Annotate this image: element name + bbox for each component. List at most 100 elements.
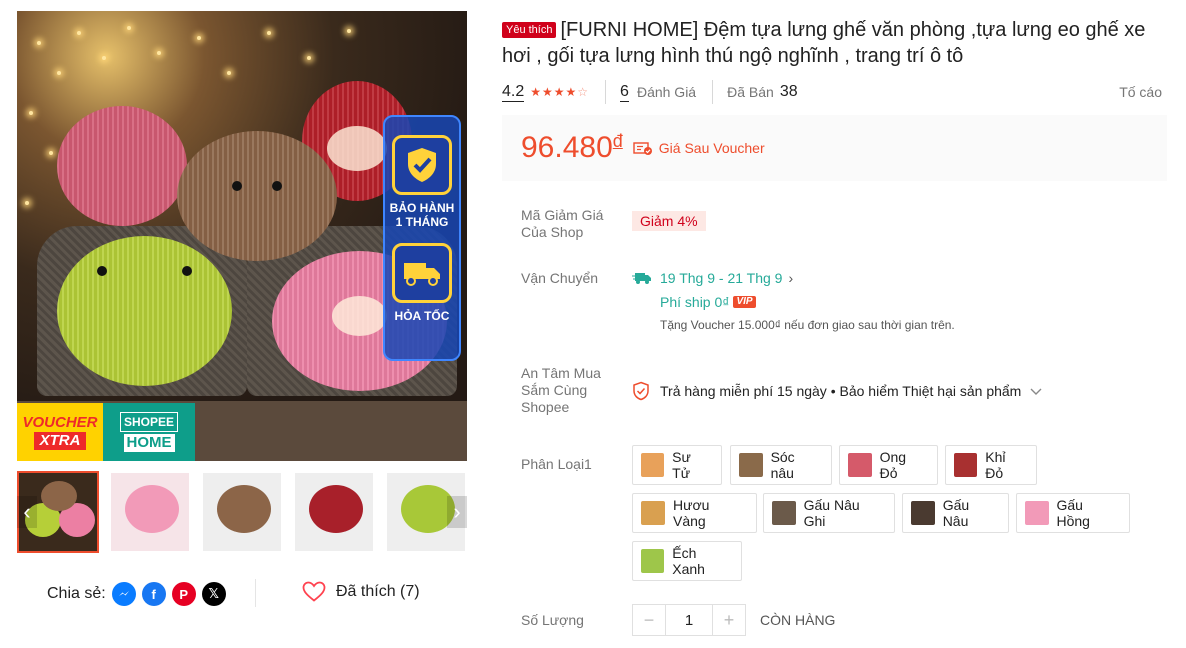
messenger-icon[interactable] — [111, 582, 136, 606]
variant-option[interactable]: Ong Đỏ — [839, 445, 938, 485]
sold-count: 38 — [779, 83, 798, 100]
assurance-label: An Tâm Mua Sắm Cùng Shopee — [521, 365, 601, 415]
shipping-date-row[interactable]: 19 Thg 9 - 21 Thg 9 › — [632, 270, 793, 286]
chevron-down-icon — [1030, 388, 1042, 395]
variant-option[interactable]: Hươu Vàng — [632, 493, 757, 533]
thumbnail-strip: ‹ › — [17, 471, 467, 553]
quantity-input[interactable]: 1 — [665, 605, 713, 635]
main-product-image[interactable]: BẢO HÀNH 1 THÁNG HỎA TỐC VOUCHER XTRA SH… — [17, 11, 467, 461]
shop-voucher-label: Mã Giảm Giá Của Shop — [521, 207, 604, 240]
price-amount: 96.480 — [521, 131, 613, 164]
variant-option-label: Gấu Hồng — [1056, 497, 1090, 529]
shopee-home-line2: HOME — [123, 434, 175, 452]
decor-light — [102, 56, 106, 60]
divider — [605, 80, 607, 104]
facebook-icon[interactable]: f — [141, 582, 166, 606]
shipping-label: Vận Chuyển — [521, 270, 599, 286]
decor-light — [307, 56, 311, 60]
price: 96.480đ — [521, 131, 623, 165]
decor-light — [157, 51, 161, 55]
variant-thumbnail — [954, 453, 978, 477]
variant-thumbnail — [641, 549, 665, 573]
voucher-xtra-line2: XTRA — [33, 432, 87, 450]
variant-option[interactable]: Khỉ Đỏ — [945, 445, 1037, 485]
x-twitter-icon[interactable]: 𝕏 — [201, 582, 226, 606]
decor-light — [267, 31, 271, 35]
favorite-badge: Yêu thích — [502, 22, 557, 38]
thumbnail[interactable] — [109, 471, 191, 553]
decor-light — [29, 111, 33, 115]
variant-option[interactable]: Gấu Hồng — [1016, 493, 1130, 533]
heart-icon — [302, 581, 326, 602]
variant-option-label: Gấu Nâu — [942, 497, 970, 529]
like-button[interactable]: Đã thích (7) — [302, 581, 420, 602]
decor-light — [37, 41, 41, 45]
variant-option[interactable]: Gấu Nâu Ghi — [763, 493, 895, 533]
toy-brown-dog — [177, 131, 337, 261]
report-link[interactable]: Tố cáo — [1119, 84, 1162, 100]
voucher-price-note: Giá Sau Voucher — [633, 140, 765, 156]
voucher-xtra-logo: VOUCHER XTRA — [17, 403, 103, 461]
variant-thumbnail — [911, 501, 935, 525]
divider — [255, 579, 256, 607]
decor-light — [127, 26, 131, 30]
service-badges: BẢO HÀNH 1 THÁNG HỎA TỐC — [383, 115, 461, 361]
vip-badge: VIP — [733, 296, 756, 308]
decor-light — [197, 36, 201, 40]
variant-option[interactable]: Ếch Xanh — [632, 541, 742, 581]
variant-thumbnail — [739, 453, 763, 477]
truck-icon — [632, 273, 651, 284]
voucher-price-text: Giá Sau Voucher — [658, 140, 765, 156]
divider — [712, 80, 714, 104]
variant-thumbnail — [641, 501, 665, 525]
decor-light — [57, 71, 61, 75]
rating-value[interactable]: 4.2 — [502, 83, 525, 102]
quantity-label: Số Lượng — [521, 612, 584, 628]
variant-option[interactable]: Gấu Nâu — [902, 493, 1009, 533]
quantity-stepper: − 1 + — [632, 604, 746, 636]
voucher-tag-icon — [633, 142, 652, 155]
review-count[interactable]: 6 — [620, 83, 629, 102]
price-box: 96.480đ Giá Sau Voucher — [502, 115, 1167, 181]
variant-option-label: Gấu Nâu Ghi — [803, 497, 860, 529]
decor-light — [77, 31, 81, 35]
variant-option-label: Ếch Xanh — [672, 545, 705, 577]
share-label: Chia sẻ: — [47, 585, 106, 602]
sold-label: Đã Bán — [727, 84, 774, 100]
shield-icon — [633, 381, 649, 401]
warranty-badge-label: BẢO HÀNH 1 THÁNG — [389, 201, 455, 229]
assurance-dropdown[interactable]: Trả hàng miễn phí 15 ngày • Bảo hiểm Thi… — [632, 381, 1053, 401]
pinterest-icon[interactable]: P — [171, 582, 196, 606]
review-label: Đánh Giá — [636, 84, 697, 100]
variant-thumbnail — [772, 501, 796, 525]
variant-option[interactable]: Sóc nâu — [730, 445, 832, 485]
quantity-increase-button[interactable]: + — [713, 605, 745, 635]
decor-light — [25, 201, 29, 205]
thumbnail[interactable] — [201, 471, 283, 553]
decor-light — [347, 29, 351, 33]
shopee-home-logo: SHOPEE HOME — [103, 403, 195, 461]
quantity-decrease-button[interactable]: − — [633, 605, 665, 635]
thumbnail-prev-button[interactable]: ‹ — [17, 496, 37, 528]
variant-thumbnail — [641, 453, 665, 477]
toy-green-frog — [57, 236, 232, 386]
shop-discount-tag[interactable]: Giảm 4% — [632, 211, 706, 231]
express-badge-label: HỎA TỐC — [394, 309, 450, 323]
delivery-truck-icon — [392, 243, 452, 303]
shield-check-icon — [392, 135, 452, 195]
assurance-text: Trả hàng miễn phí 15 ngày • Bảo hiểm Thi… — [660, 383, 1022, 399]
decor-light — [227, 71, 231, 75]
product-title-text: [FURNI HOME] Đệm tựa lưng ghế văn phòng … — [502, 19, 1146, 67]
voucher-xtra-line1: VOUCHER — [22, 414, 98, 431]
shopee-home-line1: SHOPEE — [119, 412, 178, 432]
variant-option-label: Hươu Vàng — [672, 497, 710, 529]
like-label: Đã thích (7) — [336, 582, 420, 600]
toy-pink-bee — [57, 106, 187, 226]
thumbnail-next-button[interactable]: › — [447, 496, 467, 528]
stock-status: CÒN HÀNG — [760, 612, 836, 628]
variant-option-label: Ong Đỏ — [879, 449, 907, 481]
variant-option[interactable]: Sư Tử — [632, 445, 722, 485]
thumbnail[interactable] — [293, 471, 375, 553]
product-title: Yêu thích [FURNI HOME] Đệm tựa lưng ghế v… — [502, 17, 1162, 69]
variant-thumbnail — [848, 453, 872, 477]
